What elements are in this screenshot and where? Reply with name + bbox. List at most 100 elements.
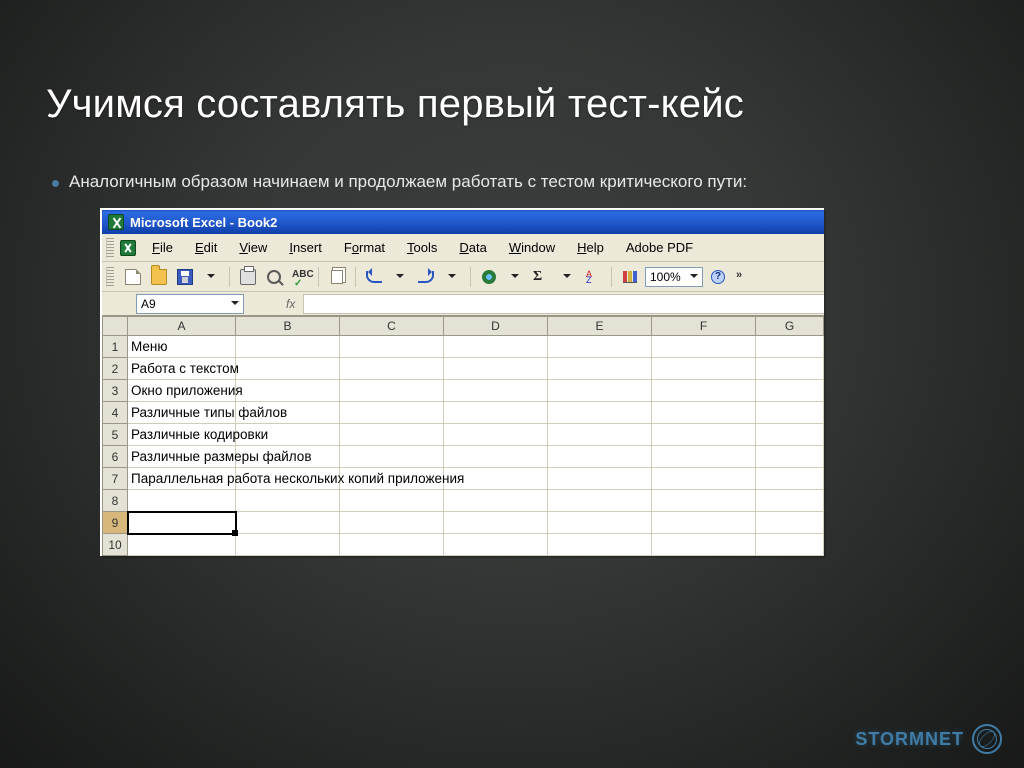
- copy-button[interactable]: [326, 266, 348, 288]
- row-header[interactable]: 8: [102, 490, 128, 512]
- undo-dropdown[interactable]: [389, 266, 411, 288]
- titlebar[interactable]: Microsoft Excel - Book2: [102, 210, 824, 234]
- cell-C3[interactable]: [340, 380, 444, 402]
- cell-E6[interactable]: [548, 446, 652, 468]
- cell-D9[interactable]: [444, 512, 548, 534]
- select-all-corner[interactable]: [102, 316, 128, 336]
- cell-G9[interactable]: [756, 512, 824, 534]
- cell-C10[interactable]: [340, 534, 444, 556]
- cell-G5[interactable]: [756, 424, 824, 446]
- cell-G2[interactable]: [756, 358, 824, 380]
- cell-G8[interactable]: [756, 490, 824, 512]
- cell-A5[interactable]: Различные кодировки: [128, 424, 236, 446]
- cell-E5[interactable]: [548, 424, 652, 446]
- app-menu-icon[interactable]: [120, 240, 136, 256]
- zoom-combo[interactable]: 100%: [645, 267, 703, 287]
- menu-insert[interactable]: Insert: [279, 237, 332, 258]
- help-button[interactable]: [707, 266, 729, 288]
- row-header[interactable]: 3: [102, 380, 128, 402]
- redo-button[interactable]: [415, 266, 437, 288]
- cell-E3[interactable]: [548, 380, 652, 402]
- cell-E10[interactable]: [548, 534, 652, 556]
- name-box[interactable]: A9: [136, 294, 244, 314]
- cell-C1[interactable]: [340, 336, 444, 358]
- undo-button[interactable]: [363, 266, 385, 288]
- cell-D4[interactable]: [444, 402, 548, 424]
- spelling-button[interactable]: ABC✓: [289, 266, 311, 288]
- cell-F6[interactable]: [652, 446, 756, 468]
- menu-adobe-pdf[interactable]: Adobe PDF: [616, 237, 703, 258]
- save-button[interactable]: [174, 266, 196, 288]
- print-button[interactable]: [237, 266, 259, 288]
- cell-A6[interactable]: Различные размеры файлов: [128, 446, 236, 468]
- hyperlink-button[interactable]: [478, 266, 500, 288]
- cell-D10[interactable]: [444, 534, 548, 556]
- cell-F9[interactable]: [652, 512, 756, 534]
- cell-E1[interactable]: [548, 336, 652, 358]
- autosum-button[interactable]: Σ: [530, 266, 552, 288]
- cell-E4[interactable]: [548, 402, 652, 424]
- col-header-G[interactable]: G: [756, 316, 824, 336]
- cell-F7[interactable]: [652, 468, 756, 490]
- cell-A4[interactable]: Различные типы файлов: [128, 402, 236, 424]
- cell-F4[interactable]: [652, 402, 756, 424]
- col-header-C[interactable]: C: [340, 316, 444, 336]
- menu-view[interactable]: View: [229, 237, 277, 258]
- autosum-dropdown[interactable]: [556, 266, 578, 288]
- menu-format[interactable]: Format: [334, 237, 395, 258]
- toolbar-grip-icon[interactable]: [106, 238, 114, 258]
- cell-C9[interactable]: [340, 512, 444, 534]
- cell-D5[interactable]: [444, 424, 548, 446]
- cell-F1[interactable]: [652, 336, 756, 358]
- menu-tools[interactable]: Tools: [397, 237, 447, 258]
- cell-A2[interactable]: Работа с текстом: [128, 358, 236, 380]
- cell-G4[interactable]: [756, 402, 824, 424]
- formula-input[interactable]: [303, 294, 824, 314]
- row-header[interactable]: 2: [102, 358, 128, 380]
- menu-edit[interactable]: Edit: [185, 237, 227, 258]
- sort-button[interactable]: [582, 266, 604, 288]
- row-header[interactable]: 1: [102, 336, 128, 358]
- save-dropdown[interactable]: [200, 266, 222, 288]
- row-header[interactable]: 9: [102, 512, 128, 534]
- row-header[interactable]: 10: [102, 534, 128, 556]
- col-header-F[interactable]: F: [652, 316, 756, 336]
- hyperlink-dropdown[interactable]: [504, 266, 526, 288]
- cell-B3[interactable]: [236, 380, 340, 402]
- cell-B10[interactable]: [236, 534, 340, 556]
- cell-G7[interactable]: [756, 468, 824, 490]
- cell-D3[interactable]: [444, 380, 548, 402]
- cell-A1[interactable]: Меню: [128, 336, 236, 358]
- col-header-E[interactable]: E: [548, 316, 652, 336]
- preview-button[interactable]: [263, 266, 285, 288]
- toolbar-grip-icon[interactable]: [106, 267, 114, 287]
- open-button[interactable]: [148, 266, 170, 288]
- col-header-A[interactable]: A: [128, 316, 236, 336]
- cell-E9[interactable]: [548, 512, 652, 534]
- cell-D8[interactable]: [444, 490, 548, 512]
- cell-A7[interactable]: Параллельная работа нескольких копий при…: [128, 468, 236, 490]
- cell-B2[interactable]: [236, 358, 340, 380]
- cell-E2[interactable]: [548, 358, 652, 380]
- new-button[interactable]: [122, 266, 144, 288]
- cell-E8[interactable]: [548, 490, 652, 512]
- cell-C2[interactable]: [340, 358, 444, 380]
- cell-F2[interactable]: [652, 358, 756, 380]
- cell-C6[interactable]: [340, 446, 444, 468]
- menu-help[interactable]: Help: [567, 237, 614, 258]
- menu-window[interactable]: Window: [499, 237, 565, 258]
- redo-dropdown[interactable]: [441, 266, 463, 288]
- cell-C4[interactable]: [340, 402, 444, 424]
- cell-D1[interactable]: [444, 336, 548, 358]
- cell-F10[interactable]: [652, 534, 756, 556]
- cell-G1[interactable]: [756, 336, 824, 358]
- cell-F5[interactable]: [652, 424, 756, 446]
- row-header[interactable]: 5: [102, 424, 128, 446]
- cell-D6[interactable]: [444, 446, 548, 468]
- cell-A8[interactable]: [128, 490, 236, 512]
- fx-label[interactable]: fx: [286, 297, 295, 311]
- chart-button[interactable]: [619, 266, 641, 288]
- col-header-B[interactable]: B: [236, 316, 340, 336]
- cell-C5[interactable]: [340, 424, 444, 446]
- row-header[interactable]: 7: [102, 468, 128, 490]
